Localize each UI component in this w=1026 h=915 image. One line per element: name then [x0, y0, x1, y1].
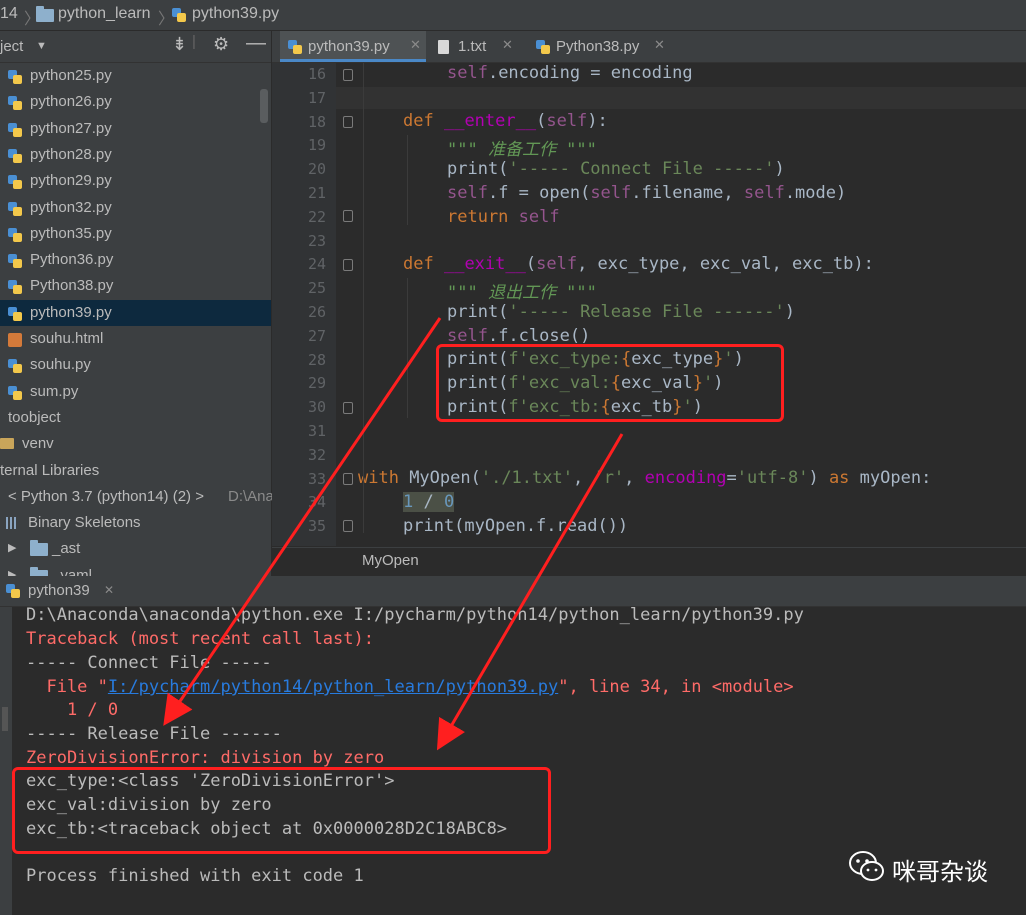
- annotation-arrows: [163, 317, 624, 751]
- watermark: 咪哥杂谈: [848, 848, 1008, 888]
- wechat-icon: [849, 851, 884, 881]
- arrow-print-to-output: [436, 433, 624, 751]
- arrow-release-to-output: [163, 317, 442, 726]
- watermark-text: 咪哥杂谈: [892, 858, 988, 886]
